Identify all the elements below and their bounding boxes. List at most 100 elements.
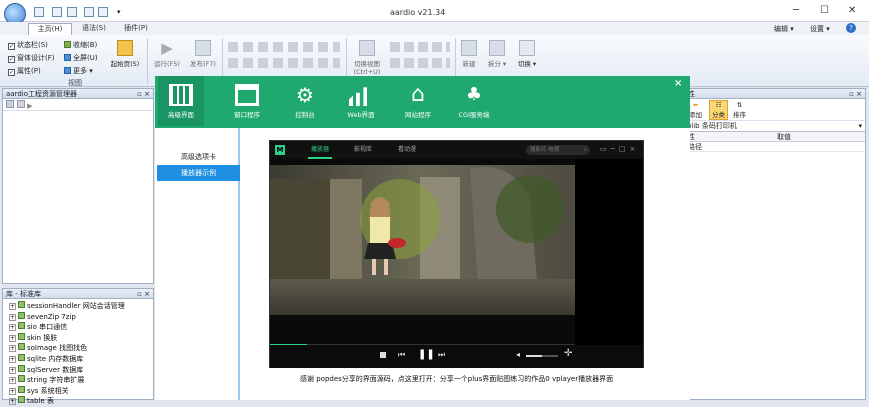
expand-icon[interactable]: +	[9, 387, 16, 395]
player-tab-anime[interactable]: 看动漫	[398, 141, 416, 159]
library-item[interactable]: + soImage 找图找色	[9, 343, 153, 354]
tab-website[interactable]: ⌂ 网站程序	[395, 76, 441, 126]
refresh-icon[interactable]	[16, 100, 25, 108]
project-explorer-title: aardio工程资源管理器 ▫ ×	[3, 89, 153, 99]
add-button[interactable]: ⬅ 添加	[689, 101, 702, 119]
category-button[interactable]: ☷ 分类	[709, 100, 728, 120]
nav-advanced-tabs[interactable]: 高级选项卡	[157, 149, 240, 165]
layout-toolbar-row2[interactable]	[390, 58, 450, 68]
library-item[interactable]: + sessionHandler 网站会话管理	[9, 301, 153, 312]
library-item[interactable]: + sqlite 内存数据库	[9, 353, 153, 365]
library-icon	[18, 311, 25, 319]
library-item-label: sessionHandler 网站会话管理	[27, 302, 125, 310]
library-item[interactable]: + sqlServer 数据库	[9, 364, 153, 376]
minimize-button[interactable]: ─	[793, 5, 799, 16]
checkbox-form-design[interactable]: ✓ 窗体设计(F)	[8, 52, 55, 65]
library-item[interactable]: + sio 串口通信	[9, 322, 153, 333]
player-controls: ⏮ ❚❚ ⏭ ◂ ✛	[270, 345, 643, 368]
grid-layout-icon	[169, 84, 193, 106]
split-button[interactable]: 拆分 ▾	[484, 40, 510, 68]
more-button[interactable]: 更多 ▾	[64, 65, 98, 78]
col-value: 取值	[777, 133, 791, 141]
folder-icon[interactable]	[6, 100, 14, 108]
gears-icon: ⚙	[296, 83, 314, 107]
publish-icon	[195, 40, 211, 56]
sort-button[interactable]: ⇅ 排序	[733, 101, 746, 119]
library-item[interactable]: + sys 系统相关	[9, 385, 153, 397]
start-page-button[interactable]: 起始页(S)	[108, 40, 142, 68]
save-icon[interactable]	[84, 7, 94, 17]
property-row[interactable]: 路径	[685, 142, 865, 152]
library-pin-close[interactable]: ▫ ×	[137, 289, 153, 299]
format-toolbar-row2[interactable]	[228, 58, 340, 68]
nav-player-demo[interactable]: 播放器示例	[157, 165, 240, 181]
demo-caption[interactable]: 感谢 popdes分享的界面源码，点这里打开：分享一个plus界面贴图练习的作品…	[300, 374, 613, 384]
player-tab-library[interactable]: 影视库	[354, 141, 372, 159]
expand-icon[interactable]: +	[9, 355, 16, 363]
expand-icon[interactable]: +	[9, 324, 16, 332]
checkbox-collapse[interactable]: 收缩(B)	[64, 39, 98, 52]
edit-menu[interactable]: 编辑 ▾	[774, 24, 794, 34]
expand-icon[interactable]: +	[9, 398, 16, 406]
next-button[interactable]: ⏭	[438, 350, 445, 360]
layout-toolbar-row1[interactable]	[390, 42, 450, 52]
run-button[interactable]: ▶ 运行(F5)	[150, 40, 184, 68]
object-combo[interactable]: olib 条码打印机 ▾	[685, 121, 865, 132]
expand-icon[interactable]: +	[9, 303, 16, 310]
expand-icon[interactable]: +	[9, 345, 16, 353]
quick-access-dropdown-icon[interactable]: ▾	[117, 8, 121, 16]
tab-cgi-server[interactable]: ♣ CGI服务端	[451, 76, 497, 126]
tab-syntax[interactable]: 语法(S)	[74, 23, 114, 35]
open-folder-icon[interactable]	[67, 7, 77, 17]
pause-button[interactable]: ❚❚	[418, 349, 435, 360]
publish-button[interactable]: 发布(F7)	[186, 40, 220, 68]
tab-home[interactable]: 主页(H)	[28, 23, 72, 35]
expand-icon[interactable]: +	[9, 313, 16, 321]
volume-icon[interactable]: ◂	[516, 350, 520, 359]
demo-close-button[interactable]: ×	[674, 78, 682, 89]
new-window-icon[interactable]	[52, 7, 62, 17]
video-player: M 播放器 影视库 看动漫 搜影片·电视 ⌕ ▭─□× ⏮ ❚❚ ⏭ ◂ ✛	[269, 140, 644, 368]
library-item[interactable]: + table 表	[9, 396, 153, 407]
player-tab-player[interactable]: 播放器	[308, 141, 332, 159]
library-item-label: sevenZip 7zip	[27, 312, 76, 321]
switch-view-button[interactable]: 切换视图 (Ctrl+U)	[350, 40, 384, 76]
switch-button[interactable]: 切换 ▾	[512, 40, 542, 68]
tab-advanced-ui[interactable]: 高级界面	[158, 76, 204, 126]
player-window-controls[interactable]: ▭─□×	[600, 145, 639, 153]
new-button[interactable]: 新建	[456, 40, 482, 68]
checkbox-statusbar[interactable]: ✓ 状态栏(S)	[8, 39, 55, 52]
new-file-icon[interactable]	[34, 7, 44, 17]
properties-pin-close[interactable]: ▫ ×	[849, 89, 865, 99]
help-icon[interactable]: ?	[846, 23, 856, 33]
volume-slider[interactable]	[526, 355, 558, 357]
expand-icon[interactable]: ▶	[27, 102, 32, 110]
stop-button[interactable]	[380, 352, 386, 358]
save-all-icon[interactable]	[98, 7, 108, 17]
format-toolbar-row1[interactable]	[228, 42, 340, 52]
settings-menu[interactable]: 设置 ▾	[810, 24, 830, 34]
fullscreen-button[interactable]: ✛	[564, 348, 572, 359]
combo-dropdown-icon: ▾	[858, 122, 862, 130]
library-item[interactable]: + skin 换肤	[9, 332, 153, 344]
tab-window-app[interactable]: 窗口程序	[224, 76, 270, 126]
player-search-input[interactable]: 搜影片·电视 ⌕	[526, 145, 590, 155]
library-item-label: sio 串口通信	[27, 323, 68, 332]
expand-icon[interactable]: +	[9, 334, 16, 342]
maximize-button[interactable]: ☐	[820, 5, 829, 16]
view-checks-2: 收缩(B) 全屏(U) 更多 ▾	[64, 39, 98, 78]
checkbox-fullscreen[interactable]: 全屏(U)	[64, 52, 98, 65]
tab-web-ui[interactable]: Web界面	[338, 76, 384, 126]
video-frame	[270, 159, 575, 345]
panel-pin-close[interactable]: ▫ ×	[137, 89, 153, 99]
checkbox-properties[interactable]: ✓ 属性(P)	[8, 65, 55, 78]
library-icon	[18, 332, 25, 340]
prev-button[interactable]: ⏮	[398, 350, 405, 360]
library-item[interactable]: + string 字符串扩展	[9, 375, 153, 386]
tab-console[interactable]: ⚙ 控制台	[282, 76, 328, 126]
expand-icon[interactable]: +	[9, 377, 16, 385]
tab-plugins[interactable]: 插件(P)	[116, 23, 156, 35]
library-item[interactable]: + sevenZip 7zip	[9, 311, 153, 323]
expand-icon[interactable]: +	[9, 366, 16, 374]
close-window-button[interactable]: ✕	[848, 5, 856, 16]
